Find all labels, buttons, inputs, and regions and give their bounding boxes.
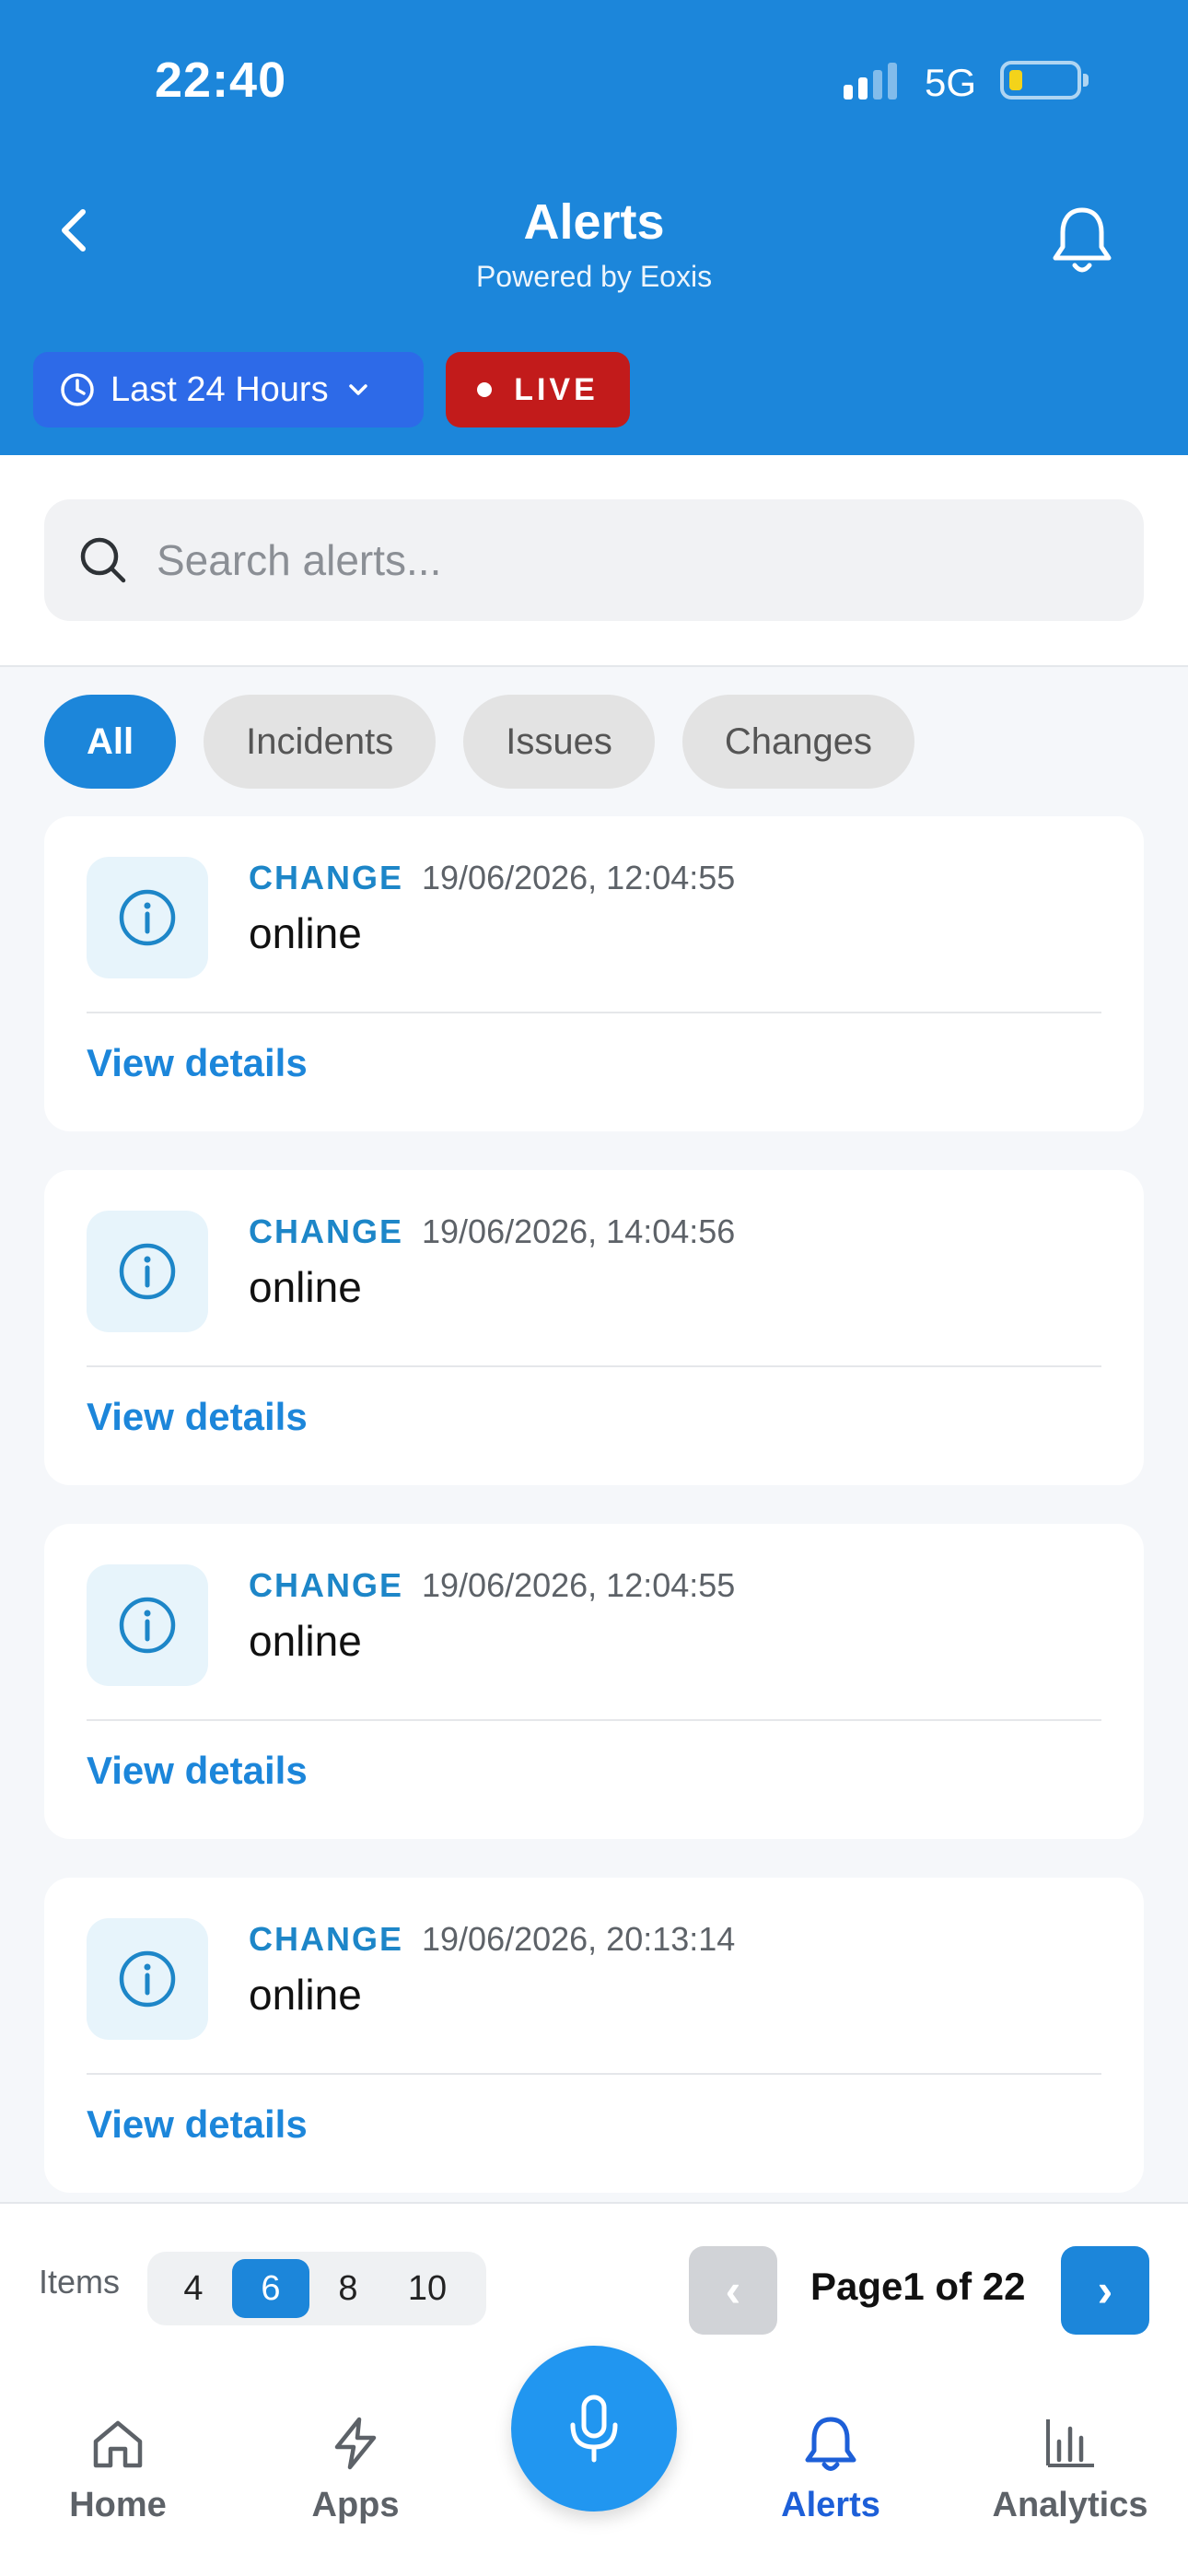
view-details-link[interactable]: View details [87,1041,308,1085]
items-option-10[interactable]: 10 [389,2252,466,2325]
card-divider [87,1012,1101,1013]
info-icon [119,889,176,946]
items-option-4[interactable]: 4 [155,2252,232,2325]
bar-chart-icon [1046,2419,1094,2467]
filter-chip-changes[interactable]: Changes [681,695,914,789]
search-icon [80,537,126,583]
card-divider [87,2073,1101,2075]
clock-icon [61,373,94,406]
bell-icon [805,2417,856,2471]
time-range-dropdown[interactable]: Last 24 Hours [33,352,424,427]
alert-timestamp: 19/06/2026, 12:04:55 [422,859,736,896]
page-title: Alerts [523,194,665,250]
alert-type-badge: CHANGE [249,1212,404,1250]
view-details-link[interactable]: View details [87,1395,308,1439]
nav-label-home: Home [69,2486,167,2524]
info-icon [119,1950,176,2008]
alert-timestamp: 19/06/2026, 14:04:56 [422,1212,736,1250]
info-icon [119,1243,176,1300]
voice-mic-button[interactable] [511,2346,677,2512]
nav-label-alerts: Alerts [781,2486,880,2524]
alert-icon-tile [87,1211,208,1332]
alert-title: online [249,909,362,957]
lightning-icon [334,2417,377,2470]
filter-chips: All Incidents Issues Changes [44,695,914,789]
nav-label-apps: Apps [311,2486,400,2524]
card-divider [87,1719,1101,1721]
items-per-page-label: Items [39,2263,121,2301]
nav-item-home[interactable]: Home [26,2414,210,2525]
alert-card: CHANGE 19/06/2026, 12:04:55 online View … [44,1524,1144,1839]
items-option-6[interactable]: 6 [232,2259,309,2318]
alert-card: CHANGE 19/06/2026, 20:13:14 online View … [44,1878,1144,2193]
filter-chip-incidents[interactable]: Incidents [204,695,437,789]
view-details-link[interactable]: View details [87,2102,308,2147]
nav-item-alerts[interactable]: Alerts [739,2414,923,2525]
pagination-bar: Items 4 6 8 10 ‹ Page1 of 22 › [0,2202,1188,2340]
network-type: 5G [925,61,977,104]
alert-icon-tile [87,857,208,978]
microphone-icon [570,2395,618,2463]
previous-page-button[interactable]: ‹ [689,2246,777,2335]
items-option-8[interactable]: 8 [309,2252,387,2325]
alert-title: online [249,1971,362,2019]
live-toggle-button[interactable]: LIVE [446,352,630,427]
page-indicator: Page1 of 22 [810,2265,1026,2308]
alert-timestamp: 19/06/2026, 20:13:14 [422,1920,736,1958]
alert-type-badge: CHANGE [249,1920,404,1958]
alert-type-badge: CHANGE [249,1566,404,1604]
chevron-down-icon [348,384,367,395]
app-header: 22:40 5G Alerts Powered by Eoxis Last 24… [0,0,1188,455]
next-page-button[interactable]: › [1061,2246,1149,2335]
search-box[interactable] [44,499,1144,621]
alert-card: CHANGE 19/06/2026, 12:04:55 online View … [44,816,1144,1131]
cellular-signal-icon [844,63,897,100]
search-section [0,455,1188,667]
live-dot-icon [477,382,493,397]
alert-timestamp: 19/06/2026, 12:04:55 [422,1566,736,1604]
card-divider [87,1365,1101,1367]
live-label: LIVE [514,371,599,407]
nav-label-analytics: Analytics [992,2486,1148,2524]
alert-type-badge: CHANGE [249,859,404,896]
view-details-link[interactable]: View details [87,1749,308,1793]
alert-card: CHANGE 19/06/2026, 14:04:56 online View … [44,1170,1144,1485]
alert-title: online [249,1617,362,1665]
nav-item-apps[interactable]: Apps [263,2414,448,2525]
filter-chip-all[interactable]: All [44,695,177,789]
alert-title: online [249,1263,362,1311]
time-range-label: Last 24 Hours [111,369,329,409]
search-input[interactable] [155,534,1076,586]
items-per-page-selector: 4 6 8 10 [147,2252,486,2325]
alert-icon-tile [87,1918,208,2040]
page-subtitle: Powered by Eoxis [475,260,713,293]
filter-chip-issues[interactable]: Issues [463,695,655,789]
info-icon [119,1597,176,1654]
alert-icon-tile [87,1564,208,1686]
battery-icon [1000,61,1089,100]
status-time: 22:40 [155,53,287,108]
home-icon [93,2420,143,2468]
nav-item-analytics[interactable]: Analytics [978,2414,1162,2525]
notifications-bell-icon[interactable] [1050,205,1114,278]
